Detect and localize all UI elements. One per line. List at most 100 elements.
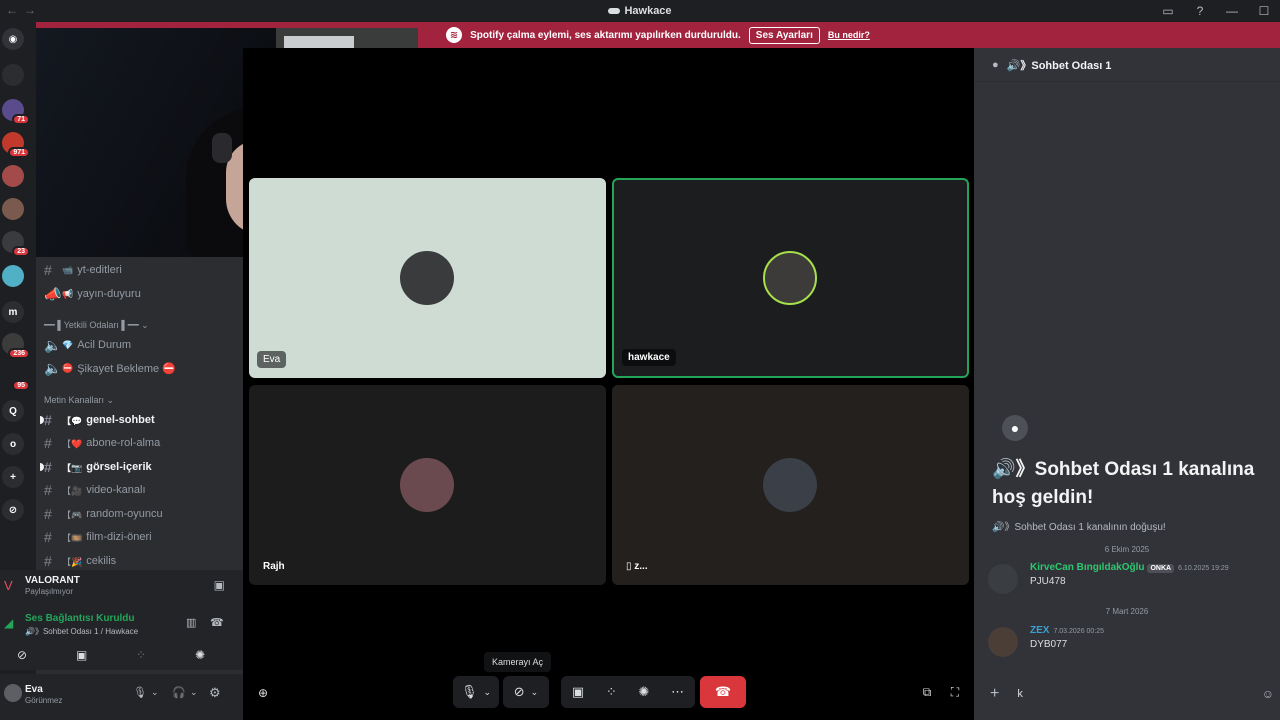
server-logo-icon: [608, 8, 621, 15]
activity-game: VALORANT: [25, 575, 80, 586]
text-channel[interactable]: # 【❤️ abone-rol-alma: [44, 433, 160, 453]
connection-channel[interactable]: 🔊》Sohbet Odası 1 / Hawkace: [25, 626, 138, 637]
camera-off-icon[interactable]: ⊘: [17, 648, 27, 662]
category-metin-kanallari[interactable]: Metin Kanalları ⌄: [44, 395, 114, 406]
message-author[interactable]: KirveCan BıngıldakOğlu: [1030, 562, 1144, 573]
participant-tile-hawkace[interactable]: hawkace: [612, 178, 969, 378]
participant-tile-rajh[interactable]: Rajh: [249, 385, 606, 585]
user-name[interactable]: Eva: [25, 684, 43, 695]
chevron-down-icon[interactable]: ⌄: [483, 687, 491, 698]
text-channel[interactable]: # 【🎮 random-oyuncu: [44, 504, 163, 524]
camera-toggle-button[interactable]: ⊘ ⌄: [503, 676, 549, 708]
title-bar: ←→ Hawkace ▭ ? — ☐: [0, 0, 1280, 22]
popout-icon[interactable]: ⧉: [915, 676, 939, 708]
help-icon[interactable]: ?: [1184, 4, 1216, 18]
what-is-this-link[interactable]: Bu nedir?: [828, 30, 870, 40]
emoji-icon[interactable]: ☺: [1262, 687, 1274, 701]
more-options-icon[interactable]: ⋯: [671, 684, 684, 700]
server-icon[interactable]: [2, 265, 24, 287]
screen-share-icon[interactable]: ▣: [572, 684, 584, 700]
chat-message[interactable]: ZEX 7.03.2026 00:25 DYB077: [988, 625, 1278, 661]
activity-status: Paylaşılmıyor: [25, 587, 74, 596]
text-channel[interactable]: # 【💬 genel-sohbet: [40, 410, 155, 430]
user-panel: Eva Görünmez 🎙 ⌄ 🎧 ⌄ ⚙: [0, 674, 243, 720]
soundboard-icon[interactable]: ✺: [195, 648, 205, 662]
minimize-button[interactable]: —: [1216, 4, 1248, 18]
server-icon[interactable]: 236: [2, 333, 30, 359]
chat-message[interactable]: KirveCan BıngıldakOğlu ONKA 6.10.2025 19:2…: [988, 562, 1278, 598]
channel-prefix: 【🎞️: [62, 532, 83, 543]
server-icon[interactable]: 23: [2, 231, 30, 257]
server-icon[interactable]: 95: [2, 365, 30, 391]
avatar: [400, 458, 454, 512]
server-icon[interactable]: ⊘: [2, 499, 24, 521]
server-icon[interactable]: 971: [2, 132, 30, 158]
server-icon[interactable]: 71: [2, 99, 30, 125]
channel-label: video-kanalı: [86, 484, 146, 496]
add-attachment-icon[interactable]: +: [990, 685, 999, 703]
text-channel[interactable]: # 【🎞️ film-dizi-öneri: [44, 527, 152, 547]
server-icon[interactable]: [2, 198, 24, 220]
channel-prefix: 【🎮: [62, 509, 83, 520]
participant-tile-z[interactable]: ▯ z...: [612, 385, 969, 585]
participant-tile-eva[interactable]: Eva: [249, 178, 606, 378]
voice-channel-sikayet[interactable]: 🔈 ⛔ Şikayet Bekleme ⛔: [44, 358, 176, 378]
sound-settings-button[interactable]: Ses Ayarları: [748, 26, 820, 44]
activities-icon[interactable]: ⁘: [136, 648, 146, 662]
activities-icon[interactable]: ⁘: [606, 684, 617, 700]
gear-icon[interactable]: ⚙: [209, 685, 221, 701]
speaker-icon: 🔈: [44, 359, 62, 376]
server-icon[interactable]: [2, 64, 24, 86]
share-activity-icon[interactable]: ▣: [214, 578, 225, 592]
chevron-down-icon[interactable]: ⌄: [531, 687, 539, 698]
chat-bubble-icon: ●: [992, 58, 999, 71]
avatar[interactable]: [988, 627, 1018, 657]
invite-user-icon[interactable]: ⊕: [251, 677, 275, 709]
server-icon[interactable]: [2, 165, 24, 187]
screen-share-icon[interactable]: ▭: [1152, 4, 1184, 18]
channel-label: random-oyuncu: [86, 508, 163, 520]
text-channel[interactable]: # 【🎥 video-kanalı: [44, 480, 146, 500]
voice-channel-acil-durum[interactable]: 🔈 💎 Acil Durum: [44, 335, 131, 355]
mic-icon[interactable]: 🎙: [133, 686, 147, 699]
signal-icon[interactable]: ◢: [4, 616, 13, 630]
avatar[interactable]: [988, 564, 1018, 594]
soundboard-icon[interactable]: ✺: [639, 684, 650, 700]
spotify-icon: ≋: [446, 27, 463, 43]
mic-toggle-button[interactable]: 🎙 ⌄: [453, 676, 499, 708]
discord-home-icon[interactable]: ◉: [2, 28, 24, 50]
maximize-button[interactable]: ☐: [1248, 4, 1280, 18]
mic-options-chevron-icon[interactable]: ⌄: [151, 687, 159, 698]
chat-input-box: + k ☺: [984, 678, 1274, 710]
server-icon[interactable]: o: [2, 433, 24, 455]
text-channel[interactable]: # 【🎉 cekilis: [44, 551, 116, 571]
server-label: +: [10, 471, 16, 483]
connection-status[interactable]: Ses Bağlantısı Kuruldu: [25, 613, 134, 624]
valorant-icon: V: [4, 578, 13, 593]
disconnect-icon[interactable]: ☎: [210, 616, 224, 629]
chat-input[interactable]: k: [1017, 688, 1261, 700]
message-author-line: ZEX 7.03.2026 00:25: [1030, 625, 1104, 636]
avatar[interactable]: [4, 684, 22, 702]
leave-call-button[interactable]: ☎: [700, 676, 746, 708]
fullscreen-icon[interactable]: ⛶: [943, 676, 967, 708]
screen-share-button-icon[interactable]: ▣: [76, 648, 87, 662]
headphones-icon[interactable]: 🎧: [172, 686, 186, 699]
mention-badge: 95: [12, 380, 30, 391]
noise-suppression-icon[interactable]: ▥: [186, 616, 196, 629]
channel-origin-text: 🔊》Sohbet Odası 1 kanalının doğuşu!: [992, 522, 1166, 533]
message-author[interactable]: ZEX: [1030, 625, 1049, 636]
channel-prefix: 【🎉: [62, 556, 83, 567]
category-yetkili[interactable]: ━━ ▌Yetkili Odaları ▌━━ ⌄: [44, 320, 149, 331]
server-icon[interactable]: Q: [2, 400, 24, 422]
server-icon[interactable]: m: [2, 301, 24, 323]
window-controls: ▭ ? — ☐: [1152, 0, 1280, 22]
server-icon[interactable]: +: [2, 466, 24, 488]
participant-name: Eva: [257, 351, 287, 368]
text-channel[interactable]: # 【📷 görsel-içerik: [40, 457, 152, 477]
hash-icon: #: [44, 262, 52, 278]
user-status: Görünmez: [25, 696, 63, 705]
channel-yt-editleri[interactable]: # 📹 yt-editleri: [44, 260, 122, 280]
audio-options-chevron-icon[interactable]: ⌄: [190, 687, 198, 698]
channel-yayin-duyuru[interactable]: 📣 📢 yayın-duyuru: [44, 284, 141, 304]
